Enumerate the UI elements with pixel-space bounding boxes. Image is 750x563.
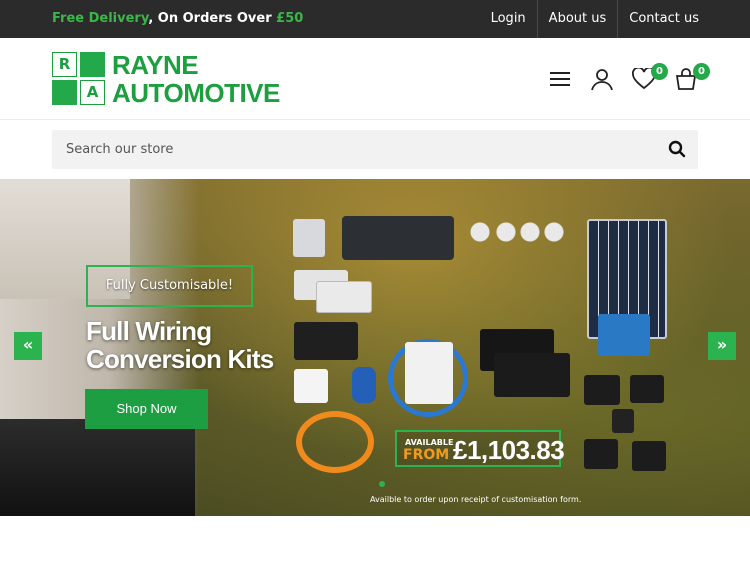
site-logo[interactable]: R A RAYNE AUTOMOTIVE <box>52 51 282 108</box>
available-label: AVAILABLE <box>405 438 454 447</box>
battery-image <box>494 353 570 397</box>
charge-controller-image <box>598 314 650 356</box>
customisable-tag: Fully Customisable! <box>86 265 253 307</box>
mounting-bracket-image <box>630 375 664 403</box>
fuse-box-image <box>293 219 325 257</box>
logo-line-1: RAYNE <box>112 50 199 80</box>
top-bar: Free Delivery, On Orders Over £50 Login … <box>0 0 750 38</box>
switch-panel-image <box>342 216 454 260</box>
logo-cell-r: R <box>52 52 77 77</box>
shop-now-button[interactable]: Shop Now <box>85 389 208 429</box>
logo-cell-filled <box>52 80 77 105</box>
contact-us-link[interactable]: Contact us <box>617 0 710 38</box>
site-header: R A RAYNE AUTOMOTIVE 0 0 <box>0 38 750 120</box>
hookup-plug-image <box>352 367 376 403</box>
logo-wordmark: RAYNE AUTOMOTIVE <box>112 51 280 107</box>
search-bar <box>52 130 698 169</box>
next-slide-button[interactable]: » <box>708 332 736 360</box>
mounting-bracket-image <box>632 441 666 471</box>
double-socket-image <box>316 281 372 313</box>
hero-banner: Fully Customisable! Full Wiring Conversi… <box>0 179 750 516</box>
top-links: Login About us Contact us <box>480 0 710 38</box>
headline-line-1: Full Wiring <box>86 316 212 346</box>
spotlights-image <box>468 219 568 245</box>
mounting-bracket-image <box>612 409 634 433</box>
search-input[interactable] <box>52 130 652 169</box>
logo-line-2: AUTOMOTIVE <box>112 78 280 108</box>
search-icon <box>668 140 686 158</box>
consumer-unit-image <box>405 342 453 404</box>
cart-button[interactable]: 0 <box>672 63 710 93</box>
chevrons-left-icon: « <box>22 335 34 354</box>
mounting-bracket-image <box>584 375 620 405</box>
slide-indicator-dot[interactable] <box>379 481 385 487</box>
orange-cable-image <box>296 411 374 473</box>
logo-cell-a: A <box>80 80 105 105</box>
header-icons: 0 0 <box>532 63 710 94</box>
account-button[interactable] <box>588 65 616 93</box>
cart-count-badge: 0 <box>693 63 710 80</box>
menu-icon <box>550 72 570 86</box>
headline-line-2: Conversion Kits <box>86 344 274 374</box>
wishlist-button[interactable]: 0 <box>630 63 668 93</box>
price-value: £1,103.83 <box>453 435 565 465</box>
menu-button[interactable] <box>546 65 574 93</box>
login-link[interactable]: Login <box>480 0 537 38</box>
banner-footnote: Availble to order upon receipt of custom… <box>370 495 582 504</box>
free-delivery-promo: Free Delivery, On Orders Over £50 <box>52 11 303 26</box>
wall-socket-image <box>294 369 328 403</box>
banner-headline: Full Wiring Conversion Kits <box>86 317 306 373</box>
prev-slide-button[interactable]: « <box>14 332 42 360</box>
about-us-link[interactable]: About us <box>536 0 618 38</box>
search-button[interactable] <box>668 140 688 160</box>
user-icon <box>591 69 613 91</box>
price-badge: AVAILABLE FROM £1,103.83 <box>395 430 565 467</box>
promo-amount: £50 <box>276 11 304 26</box>
logo-cell-filled <box>80 52 105 77</box>
mounting-bracket-image <box>584 439 618 469</box>
promo-highlight: Free Delivery <box>52 11 149 26</box>
chevrons-right-icon: » <box>716 335 728 354</box>
logo-mark: R A <box>52 52 105 105</box>
wishlist-count-badge: 0 <box>651 63 668 80</box>
van-counter-photo <box>0 419 195 516</box>
promo-text: , On Orders Over <box>148 11 277 26</box>
from-label: FROM <box>403 447 450 463</box>
